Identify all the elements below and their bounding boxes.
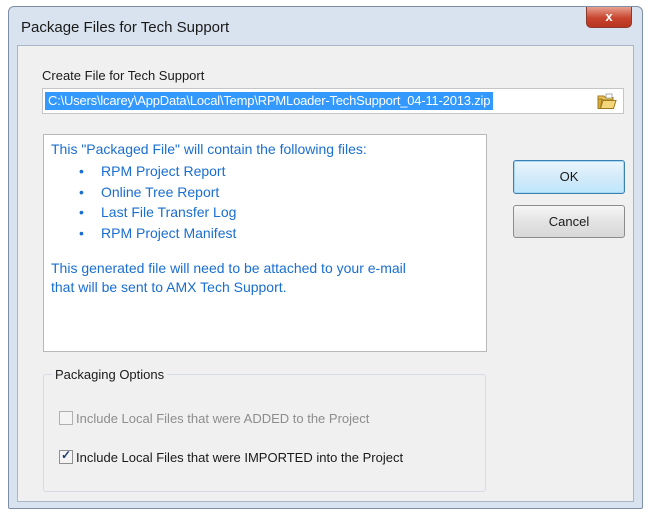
bullet-icon: • — [79, 163, 84, 179]
file-path-value[interactable]: C:\Users\lcarey\AppData\Local\Temp\RPMLo… — [45, 92, 494, 110]
include-imported-files-label[interactable]: Include Local Files that were IMPORTED i… — [76, 450, 403, 465]
close-icon: x — [605, 9, 613, 24]
list-item-label: Last File Transfer Log — [101, 204, 237, 220]
include-added-files-checkbox — [59, 411, 73, 425]
bullet-icon: • — [79, 224, 84, 241]
dialog-body: Create File for Tech Support C:\Users\lc… — [17, 45, 634, 502]
include-added-files-option: Include Local Files that were ADDED to t… — [59, 411, 369, 429]
include-imported-files-checkbox[interactable]: ✓ — [59, 448, 73, 464]
list-item: • Online Tree Report — [79, 182, 236, 203]
close-button[interactable]: x — [586, 7, 632, 28]
file-path-input[interactable]: C:\Users\lcarey\AppData\Local\Temp\RPMLo… — [42, 88, 624, 114]
folder-open-icon[interactable] — [597, 93, 617, 110]
window-title: Package Files for Tech Support — [21, 19, 230, 36]
dialog-window: Package Files for Tech Support x Create … — [8, 6, 643, 509]
packaging-options-label: Packaging Options — [52, 367, 168, 382]
list-item: • RPM Project Report — [79, 161, 236, 182]
list-item: • Last File Transfer Log — [79, 202, 236, 223]
cancel-button[interactable]: Cancel — [513, 205, 625, 238]
list-item-label: Online Tree Report — [101, 183, 220, 200]
outro-line: that will be sent to AMX Tech Support. — [51, 279, 287, 295]
include-added-files-label: Include Local Files that were ADDED to t… — [76, 411, 370, 426]
bullet-icon: • — [79, 204, 84, 220]
bullet-icon: • — [79, 183, 84, 200]
contents-intro-text: This "Packaged File" will contain the fo… — [51, 141, 367, 157]
list-item-label: RPM Project Manifest — [101, 224, 237, 241]
create-file-label: Create File for Tech Support — [42, 68, 205, 83]
checkmark-icon: ✓ — [61, 448, 72, 462]
package-contents-textbox[interactable]: This "Packaged File" will contain the fo… — [43, 134, 487, 352]
title-bar[interactable]: Package Files for Tech Support x — [9, 7, 642, 45]
outro-line: This generated file will need to be atta… — [51, 260, 406, 276]
ok-button[interactable]: OK — [513, 160, 625, 194]
list-item-label: RPM Project Report — [101, 163, 226, 179]
include-imported-files-option[interactable]: ✓ Include Local Files that were IMPORTED … — [59, 448, 403, 468]
contents-file-list: • RPM Project Report • Online Tree Report … — [79, 161, 236, 243]
contents-outro-text: This generated file will need to be atta… — [51, 259, 406, 297]
packaging-options-group: Packaging Options Include Local Files th… — [43, 367, 486, 492]
list-item: • RPM Project Manifest — [79, 223, 236, 244]
